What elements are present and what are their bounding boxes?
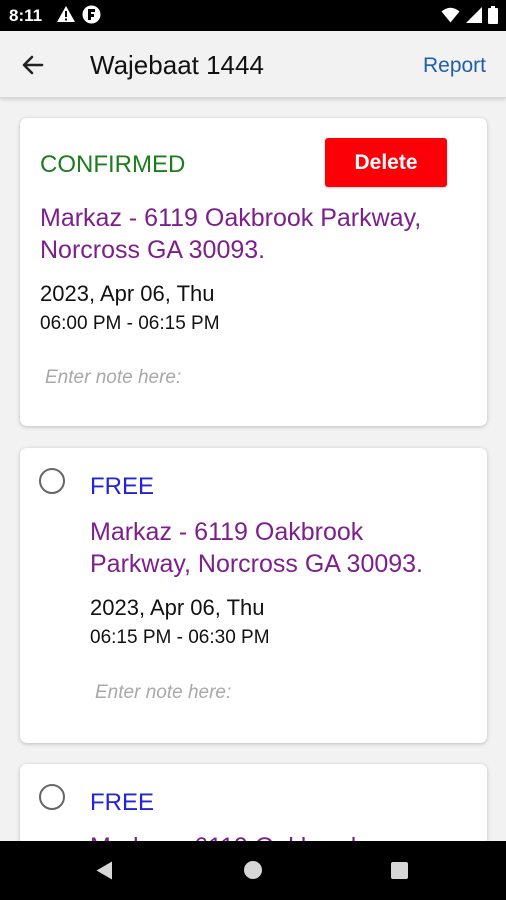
slot-status: CONFIRMED — [40, 151, 186, 178]
select-slot-radio[interactable] — [39, 468, 65, 494]
nav-recents-icon[interactable] — [391, 862, 408, 879]
slot-card: FREE Markaz - 6119 Oakbrook — [20, 764, 487, 841]
slot-status: FREE — [90, 473, 155, 500]
slot-status: FREE — [90, 789, 155, 816]
delete-button[interactable]: Delete — [325, 138, 447, 187]
nav-back-icon[interactable] — [96, 861, 113, 885]
slot-card: FREE Markaz - 6119 Oakbrook Parkway, Nor… — [20, 448, 487, 743]
select-slot-radio[interactable] — [39, 784, 65, 810]
slot-location: Markaz - 6119 Oakbrook Parkway, Norcross… — [40, 204, 422, 264]
status-notification-icons — [56, 5, 101, 29]
slot-location: Markaz - 6119 Oakbrook Parkway, Norcross… — [90, 518, 424, 578]
slot-date: 2023, Apr 06, Thu — [90, 595, 265, 620]
slot-list: CONFIRMED Delete Markaz - 6119 Oakbrook … — [0, 98, 506, 841]
status-bar: 8:11 — [0, 0, 506, 31]
page-title: Wajebaat 1444 — [90, 50, 264, 80]
signal-icon — [466, 7, 482, 28]
arrow-left-icon[interactable] — [18, 51, 48, 79]
app-bar: Wajebaat 1444 Report — [0, 31, 506, 98]
report-button[interactable]: Report — [423, 54, 486, 78]
status-system-icons — [441, 6, 498, 29]
flipboard-icon — [82, 5, 101, 29]
status-time: 8:11 — [9, 6, 43, 25]
note-input[interactable] — [95, 678, 475, 708]
slot-time-range: 06:00 PM - 06:15 PM — [40, 313, 220, 334]
slot-time-range: 06:15 PM - 06:30 PM — [90, 627, 270, 648]
wifi-icon — [441, 7, 460, 28]
note-input[interactable] — [45, 363, 425, 393]
slot-card: CONFIRMED Delete Markaz - 6119 Oakbrook … — [20, 118, 487, 426]
slot-location: Markaz - 6119 Oakbrook — [90, 831, 470, 841]
slot-date: 2023, Apr 06, Thu — [40, 281, 215, 306]
nav-home-icon[interactable] — [244, 861, 262, 879]
battery-icon — [488, 6, 498, 29]
navigation-bar — [0, 841, 506, 900]
warning-icon — [56, 5, 76, 29]
